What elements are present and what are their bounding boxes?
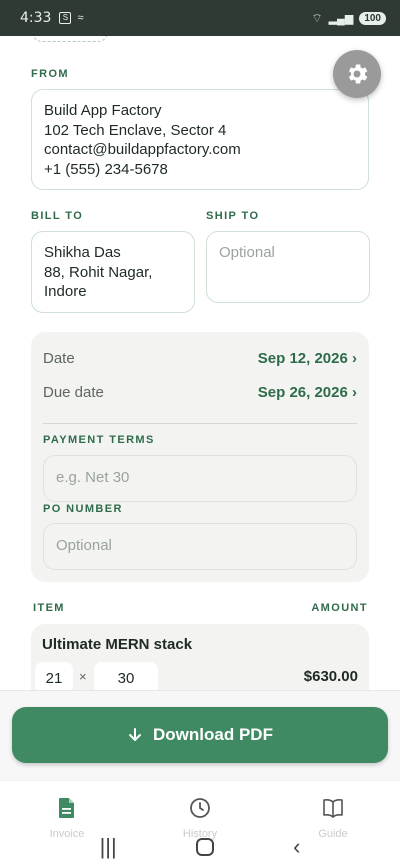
status-time: 4:33: [20, 10, 52, 26]
home-icon[interactable]: [195, 838, 214, 856]
divider: [43, 423, 357, 424]
back-icon[interactable]: ‹: [293, 834, 300, 860]
from-label: FROM: [31, 68, 69, 80]
bill-to-label: BILL TO: [31, 210, 84, 222]
due-date-label: Due date: [43, 384, 104, 401]
settings-button[interactable]: [333, 50, 381, 98]
times-sign: ×: [79, 669, 87, 684]
date-row[interactable]: Date Sep 12, 2026 ›: [43, 350, 357, 367]
due-date-value[interactable]: Sep 26, 2026 ›: [258, 384, 357, 401]
signal-icon: ▂▄▆: [328, 12, 354, 25]
quantity-input[interactable]: 21: [35, 662, 73, 690]
from-line: Build App Factory: [44, 102, 162, 119]
from-field[interactable]: Build App Factory 102 Tech Enclave, Sect…: [31, 89, 369, 190]
from-line: +1 (555) 234-5678: [44, 160, 168, 178]
invoice-form[interactable]: FROM Build App Factory 102 Tech Enclave,…: [0, 36, 400, 690]
item-amount: $630.00: [303, 668, 358, 685]
bill-to-line: Shikha Das: [44, 244, 121, 261]
notification-icon: ≈: [77, 12, 84, 24]
from-line: contact@buildappfactory.com: [44, 141, 241, 158]
po-number-label: PO NUMBER: [43, 503, 123, 515]
gear-icon: [348, 64, 368, 84]
bill-to-line: Indore: [44, 283, 87, 300]
battery-icon: 100: [359, 11, 386, 25]
details-panel: Date Sep 12, 2026 › Due date Sep 26, 202…: [31, 332, 369, 582]
app-notification-icon: S: [59, 12, 72, 24]
line-item[interactable]: Ultimate MERN stack 21 × 30 $630.00: [31, 624, 369, 690]
bill-to-line: 88, Rohit Nagar,: [44, 263, 153, 281]
clock-icon: [190, 798, 210, 818]
ship-to-placeholder: Optional: [219, 244, 275, 261]
bottom-tab-bar: Invoice History Guide ||| ‹: [0, 780, 400, 868]
po-number-input[interactable]: Optional: [43, 523, 357, 570]
download-pdf-button[interactable]: Download PDF: [12, 707, 388, 763]
bill-to-field[interactable]: Shikha Das 88, Rohit Nagar, Indore: [31, 231, 195, 313]
system-nav-bar: ||| ‹: [0, 829, 400, 865]
logo-placeholder[interactable]: [32, 36, 108, 42]
due-date-row[interactable]: Due date Sep 26, 2026 ›: [43, 384, 357, 401]
download-arrow-icon: [129, 728, 142, 741]
wifi-icon: ⌔: [311, 10, 323, 25]
date-label: Date: [43, 350, 75, 367]
status-bar: 4:33 S ≈ ⌔ ▂▄▆ 100: [0, 0, 400, 36]
date-value[interactable]: Sep 12, 2026 ›: [258, 350, 357, 367]
book-icon: [323, 799, 343, 818]
amount-header: AMOUNT: [311, 602, 368, 614]
download-pdf-label: Download PDF: [153, 725, 273, 744]
item-header: ITEM: [33, 602, 65, 614]
item-name[interactable]: Ultimate MERN stack: [42, 636, 192, 653]
payment-terms-label: PAYMENT TERMS: [43, 434, 155, 446]
recents-icon[interactable]: |||: [100, 834, 117, 860]
payment-terms-input[interactable]: e.g. Net 30: [43, 455, 357, 502]
ship-to-label: SHIP TO: [206, 210, 260, 222]
download-bar: Download PDF: [0, 690, 400, 780]
ship-to-field[interactable]: Optional: [206, 231, 370, 303]
from-line: 102 Tech Enclave, Sector 4: [44, 121, 227, 139]
document-icon: [59, 798, 74, 818]
rate-input[interactable]: 30: [94, 662, 158, 690]
